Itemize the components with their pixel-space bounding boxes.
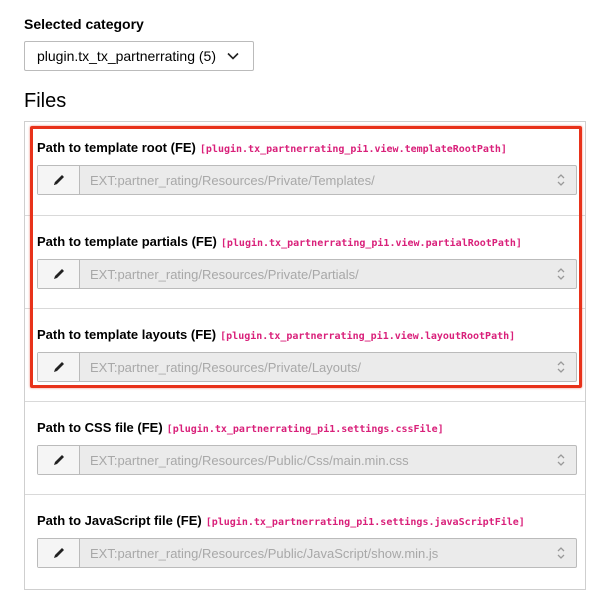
template-root-value[interactable]: EXT:partner_rating/Resources/Private/Tem…: [80, 166, 546, 194]
setting-row-template-layouts: Path to template layouts (FE) [plugin.tx_…: [25, 309, 585, 402]
sort-icon[interactable]: [546, 260, 576, 288]
template-layouts-value[interactable]: EXT:partner_rating/Resources/Private/Lay…: [80, 353, 546, 381]
setting-title: Path to template partials (FE): [37, 234, 217, 249]
edit-button[interactable]: [38, 260, 80, 288]
setting-row-template-partials: Path to template partials (FE) [plugin.tx…: [25, 216, 585, 309]
setting-key: [plugin.tx_partnerrating_pi1.view.partia…: [220, 238, 522, 249]
pencil-icon: [53, 269, 64, 279]
sort-icon[interactable]: [546, 166, 576, 194]
edit-button[interactable]: [38, 539, 80, 567]
files-panel: Path to template root (FE) [plugin.tx_par…: [24, 121, 586, 590]
setting-row-javascript-file: Path to JavaScript file (FE) [plugin.tx_p…: [25, 495, 585, 589]
pencil-icon: [53, 175, 64, 185]
pencil-icon: [53, 455, 64, 465]
chevron-down-icon: [227, 52, 239, 60]
category-select[interactable]: plugin.tx_tx_partnerrating (5): [24, 41, 254, 71]
setting-key: [plugin.tx_partnerrating_pi1.view.layout…: [220, 331, 516, 342]
setting-label: Path to template layouts (FE) [plugin.tx_…: [37, 327, 515, 342]
edit-button[interactable]: [38, 353, 80, 381]
edit-button[interactable]: [38, 446, 80, 474]
setting-key: [plugin.tx_partnerrating_pi1.settings.cs…: [166, 424, 444, 435]
sort-icon[interactable]: [546, 539, 576, 567]
setting-label: Path to CSS file (FE) [plugin.tx_partnerr…: [37, 420, 444, 435]
setting-key: [plugin.tx_partnerrating_pi1.view.templa…: [199, 144, 507, 155]
setting-title: Path to template root (FE): [37, 140, 196, 155]
section-title-files: Files: [24, 90, 67, 112]
setting-label: Path to template partials (FE) [plugin.tx…: [37, 234, 522, 249]
template-layouts-field: EXT:partner_rating/Resources/Private/Lay…: [37, 352, 577, 382]
pencil-icon: [53, 548, 64, 558]
css-file-value[interactable]: EXT:partner_rating/Resources/Public/Css/…: [80, 446, 546, 474]
javascript-file-field: EXT:partner_rating/Resources/Public/Java…: [37, 538, 577, 568]
sort-icon[interactable]: [546, 446, 576, 474]
setting-label: Path to JavaScript file (FE) [plugin.tx_p…: [37, 513, 525, 528]
setting-title: Path to JavaScript file (FE): [37, 513, 202, 528]
css-file-field: EXT:partner_rating/Resources/Public/Css/…: [37, 445, 577, 475]
template-partials-value[interactable]: EXT:partner_rating/Resources/Private/Par…: [80, 260, 546, 288]
setting-key: [plugin.tx_partnerrating_pi1.settings.ja…: [205, 517, 525, 528]
javascript-file-value[interactable]: EXT:partner_rating/Resources/Public/Java…: [80, 539, 546, 567]
setting-label: Path to template root (FE) [plugin.tx_par…: [37, 140, 507, 155]
category-select-value: plugin.tx_tx_partnerrating (5): [37, 48, 216, 64]
template-partials-field: EXT:partner_rating/Resources/Private/Par…: [37, 259, 577, 289]
setting-title: Path to template layouts (FE): [37, 327, 217, 342]
setting-title: Path to CSS file (FE): [37, 420, 163, 435]
setting-row-template-root: Path to template root (FE) [plugin.tx_par…: [25, 122, 585, 216]
selected-category-label: Selected category: [24, 16, 144, 32]
edit-button[interactable]: [38, 166, 80, 194]
setting-row-css-file: Path to CSS file (FE) [plugin.tx_partnerr…: [25, 402, 585, 495]
sort-icon[interactable]: [546, 353, 576, 381]
pencil-icon: [53, 362, 64, 372]
template-root-field: EXT:partner_rating/Resources/Private/Tem…: [37, 165, 577, 195]
